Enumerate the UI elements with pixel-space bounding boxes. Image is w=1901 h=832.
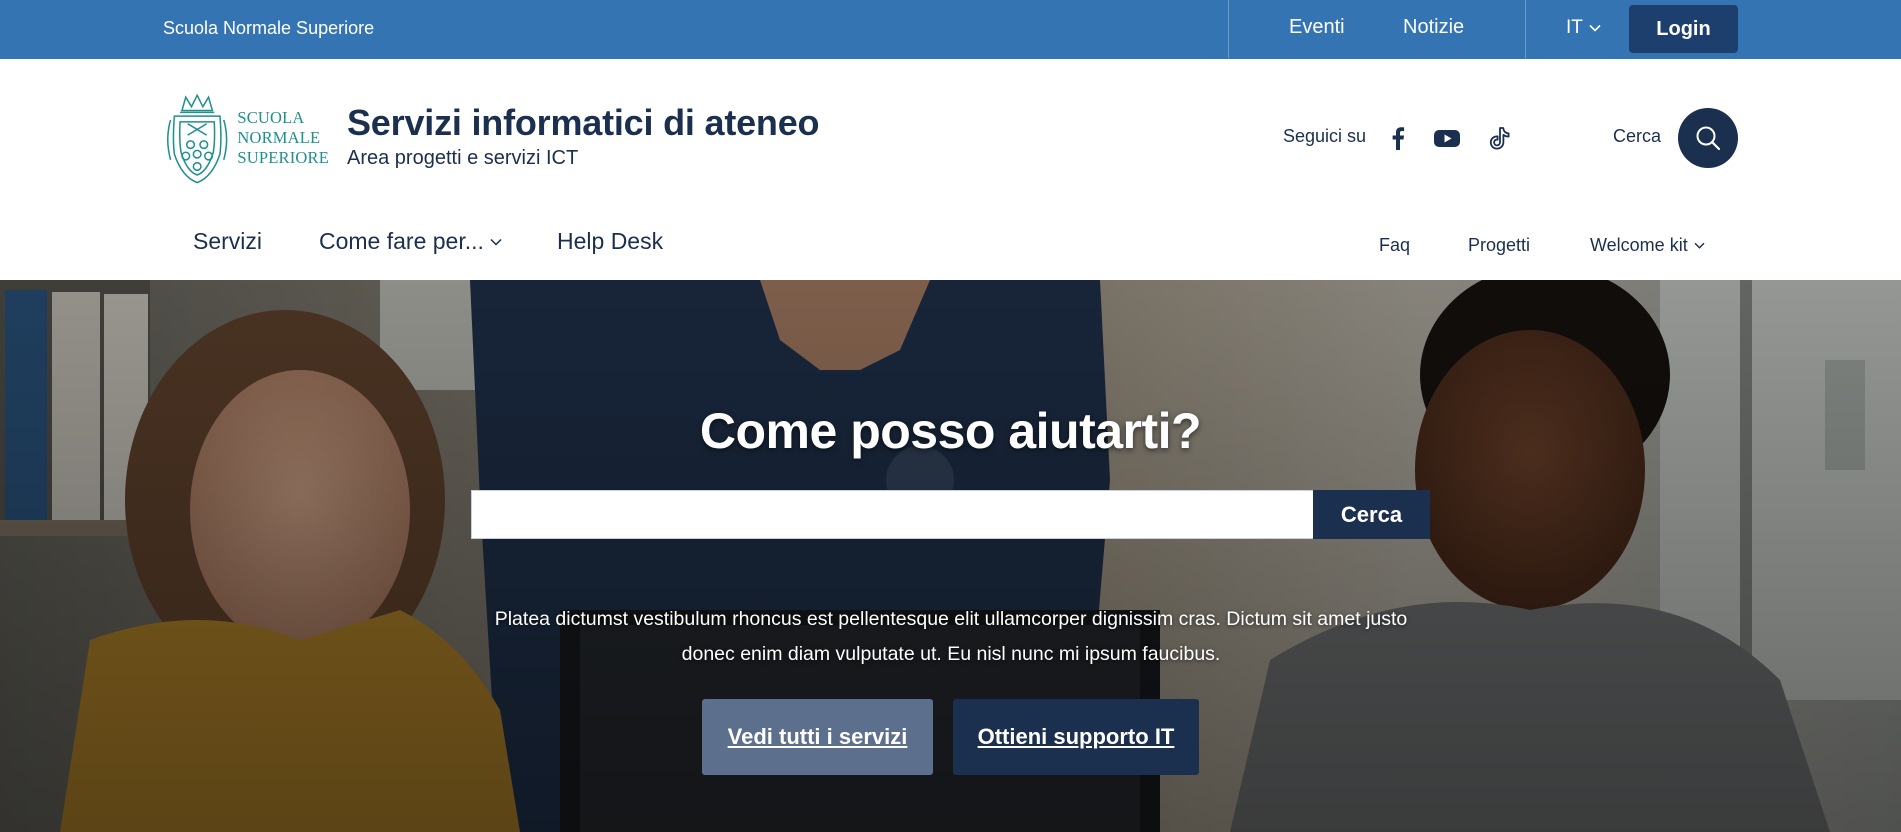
sns-logo[interactable]: SCUOLA NORMALE SUPERIORE	[163, 88, 329, 188]
divider	[1228, 0, 1229, 59]
logo-wordmark: SCUOLA NORMALE SUPERIORE	[237, 108, 329, 167]
search-button[interactable]	[1678, 108, 1738, 168]
it-support-button[interactable]: Ottieni supporto IT	[953, 699, 1199, 775]
hero-section: Come posso aiutarti? Cerca Platea dictum…	[0, 280, 1901, 832]
nav-item-servizi[interactable]: Servizi	[193, 228, 262, 255]
site-subtitle: Area progetti e servizi ICT	[347, 147, 579, 169]
search-icon	[1696, 126, 1721, 151]
topbar-link-eventi[interactable]: Eventi	[1289, 16, 1345, 39]
brand-header: SCUOLA NORMALE SUPERIORE Servizi informa…	[0, 59, 1901, 198]
divider	[1525, 0, 1526, 59]
crest-icon	[166, 93, 228, 184]
chevron-down-icon	[1694, 242, 1705, 249]
youtube-icon[interactable]	[1433, 125, 1460, 151]
nav-item-progetti[interactable]: Progetti	[1468, 235, 1530, 256]
site-title[interactable]: Servizi informatici di ateneo	[347, 102, 820, 144]
follow-us-label: Seguici su	[1283, 126, 1367, 146]
hero-description: Platea dictumst vestibulum rhoncus est p…	[494, 608, 1408, 665]
hero-heading: Come posso aiutarti?	[699, 403, 1202, 459]
hero-search-input[interactable]	[471, 490, 1314, 539]
topbar-link-notizie[interactable]: Notizie	[1403, 16, 1464, 39]
all-services-button[interactable]: Vedi tutti i servizi	[702, 699, 933, 775]
tiktok-icon[interactable]	[1486, 125, 1512, 151]
nav-item-welcome-kit[interactable]: Welcome kit	[1590, 235, 1705, 256]
facebook-icon[interactable]	[1385, 125, 1411, 151]
language-label: IT	[1566, 17, 1583, 38]
nav-item-help-desk[interactable]: Help Desk	[557, 228, 663, 255]
nav-item-come-fare-per[interactable]: Come fare per...	[319, 228, 502, 255]
top-utility-bar: Scuola Normale Superiore Eventi Notizie …	[0, 0, 1901, 59]
hero-search-button[interactable]: Cerca	[1313, 490, 1430, 539]
hero-background-photo	[0, 280, 1901, 832]
chevron-down-icon	[490, 238, 502, 246]
nav-item-faq[interactable]: Faq	[1379, 235, 1410, 256]
language-selector[interactable]: IT	[1566, 17, 1601, 39]
organization-name[interactable]: Scuola Normale Superiore	[163, 18, 374, 39]
login-button[interactable]: Login	[1629, 5, 1738, 53]
chevron-down-icon	[1589, 24, 1601, 32]
search-label[interactable]: Cerca	[1613, 126, 1661, 147]
main-navigation: Servizi Come fare per... Help Desk Faq P…	[0, 198, 1901, 280]
